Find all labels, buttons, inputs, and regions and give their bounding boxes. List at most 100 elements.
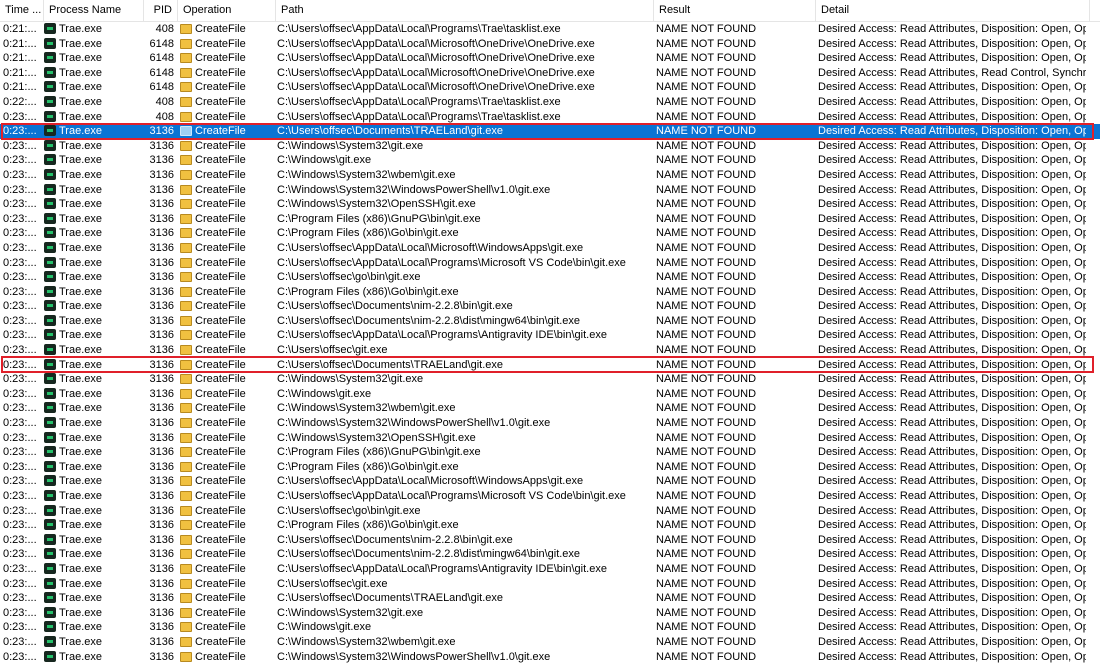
table-row[interactable]: 0:22:... Trae.exe 408 CreateFile C:\Users\of… — [0, 95, 1100, 110]
column-header-result[interactable]: Result — [654, 0, 816, 21]
create-file-icon — [180, 461, 192, 472]
table-row[interactable]: 0:23:... Trae.exe 3136 CreateFile C:\Windows… — [0, 153, 1100, 168]
column-header-operation[interactable]: Operation — [178, 0, 276, 21]
cell-pid: 3136 — [149, 344, 174, 357]
table-row[interactable]: 0:23:... Trae.exe 3136 CreateFile C:\Users\o… — [0, 591, 1100, 606]
table-row[interactable]: 0:23:... Trae.exe 3136 CreateFile C:\Users\o… — [0, 489, 1100, 504]
table-row[interactable]: 0:23:... Trae.exe 3136 CreateFile C:\Users\o… — [0, 533, 1100, 548]
table-row[interactable]: 0:23:... Trae.exe 3136 CreateFile C:\Windows… — [0, 372, 1100, 387]
table-row[interactable]: 0:23:... Trae.exe 3136 CreateFile C:\Windows… — [0, 139, 1100, 154]
cell-operation: CreateFile — [180, 343, 275, 358]
cell-process-name: Trae.exe — [44, 445, 144, 460]
table-row[interactable]: 0:23:... Trae.exe 3136 CreateFile C:\Users\o… — [0, 474, 1100, 489]
cell-process-name: Trae.exe — [44, 66, 144, 81]
trae-app-icon — [44, 271, 56, 283]
create-file-icon — [180, 403, 192, 414]
cell-time: 0:23:... — [3, 344, 37, 357]
table-row[interactable]: 0:21:... Trae.exe 6148 CreateFile C:\Users\o… — [0, 80, 1100, 95]
column-header-pid[interactable]: PID — [144, 0, 178, 21]
table-row[interactable]: 0:23:... Trae.exe 3136 CreateFile C:\Users\o… — [0, 328, 1100, 343]
process-name-text: Trae.exe — [59, 650, 103, 663]
table-row[interactable]: 0:23:... Trae.exe 3136 CreateFile C:\Program… — [0, 285, 1100, 300]
cell-time: 0:23:... — [3, 329, 37, 342]
table-row[interactable]: 0:23:... Trae.exe 3136 CreateFile C:\Windows… — [0, 606, 1100, 621]
trae-app-icon — [44, 52, 56, 64]
cell-process-name: Trae.exe — [44, 95, 144, 110]
create-file-icon — [180, 622, 192, 633]
table-row[interactable]: 0:23:... Trae.exe 3136 CreateFile C:\Users\o… — [0, 577, 1100, 592]
cell-path: C:\Windows\System32\WindowsPowerShell\v1… — [277, 650, 551, 663]
table-row[interactable]: 0:23:... Trae.exe 3136 CreateFile C:\Users\o… — [0, 256, 1100, 271]
table-row[interactable]: 0:23:... Trae.exe 3136 CreateFile C:\Program… — [0, 460, 1100, 475]
table-row[interactable]: 0:23:... Trae.exe 3136 CreateFile C:\Users\o… — [0, 504, 1100, 519]
create-file-icon — [180, 578, 192, 589]
table-row[interactable]: 0:23:... Trae.exe 3136 CreateFile C:\Windows… — [0, 387, 1100, 402]
column-header-detail[interactable]: Detail — [816, 0, 1090, 21]
create-file-icon — [180, 67, 192, 78]
cell-detail: Desired Access: Read Attributes, Disposi… — [818, 621, 1086, 634]
trae-app-icon — [44, 431, 56, 443]
table-row[interactable]: 0:23:... Trae.exe 3136 CreateFile C:\Windows… — [0, 416, 1100, 431]
cell-operation: CreateFile — [180, 650, 275, 664]
cell-detail: Desired Access: Read Attributes, Disposi… — [818, 271, 1086, 284]
cell-result: NAME NOT FOUND — [656, 358, 757, 371]
table-row[interactable]: 0:23:... Trae.exe 3136 CreateFile C:\Program… — [0, 518, 1100, 533]
table-row[interactable]: 0:23:... Trae.exe 3136 CreateFile C:\Windows… — [0, 401, 1100, 416]
cell-operation: CreateFile — [180, 562, 275, 577]
table-row[interactable]: 0:23:... Trae.exe 408 CreateFile C:\Users\of… — [0, 110, 1100, 125]
table-row[interactable]: 0:21:... Trae.exe 6148 CreateFile C:\Users\o… — [0, 51, 1100, 66]
table-row[interactable]: 0:23:... Trae.exe 3136 CreateFile C:\Users\o… — [0, 241, 1100, 256]
cell-operation: CreateFile — [180, 504, 275, 519]
table-row[interactable]: 0:23:... Trae.exe 3136 CreateFile C:\Users\o… — [0, 343, 1100, 358]
table-row[interactable]: 0:23:... Trae.exe 3136 CreateFile C:\Windows… — [0, 635, 1100, 650]
column-header-time[interactable]: Time ... — [0, 0, 44, 21]
cell-operation: CreateFile — [180, 270, 275, 285]
trae-app-icon — [44, 548, 56, 560]
cell-pid: 3136 — [149, 592, 174, 605]
table-row[interactable]: 0:23:... Trae.exe 3136 CreateFile C:\Users\o… — [0, 314, 1100, 329]
table-row[interactable]: 0:23:... Trae.exe 3136 CreateFile C:\Users\o… — [0, 562, 1100, 577]
cell-process-name: Trae.exe — [44, 139, 144, 154]
cell-process-name: Trae.exe — [44, 197, 144, 212]
table-row[interactable]: 0:23:... Trae.exe 3136 CreateFile C:\Program… — [0, 226, 1100, 241]
trae-app-icon — [44, 373, 56, 385]
cell-time: 0:23:... — [3, 504, 37, 517]
table-row[interactable]: 0:23:... Trae.exe 3136 CreateFile C:\Windows… — [0, 183, 1100, 198]
table-row[interactable]: 0:23:... Trae.exe 3136 CreateFile C:\Users\o… — [0, 299, 1100, 314]
table-row[interactable]: 0:21:... Trae.exe 408 CreateFile C:\Users\of… — [0, 22, 1100, 37]
cell-process-name: Trae.exe — [44, 22, 144, 37]
cell-pid: 3136 — [149, 635, 174, 648]
trae-app-icon — [44, 490, 56, 501]
column-header-path[interactable]: Path — [276, 0, 654, 21]
column-header-process-name[interactable]: Process Name — [44, 0, 144, 21]
process-name-text: Trae.exe — [59, 271, 103, 284]
create-file-icon — [180, 140, 192, 151]
table-row[interactable]: 0:23:... Trae.exe 3136 CreateFile C:\Windows… — [0, 620, 1100, 635]
cell-process-name: Trae.exe — [44, 606, 144, 621]
trae-app-icon — [44, 475, 56, 487]
table-row[interactable]: 0:23:... Trae.exe 3136 CreateFile C:\Users\o… — [0, 270, 1100, 285]
cell-path: C:\Windows\System32\OpenSSH\git.exe — [277, 198, 476, 211]
cell-result: NAME NOT FOUND — [656, 490, 757, 502]
table-row[interactable]: 0:23:... Trae.exe 3136 CreateFile C:\Users\o… — [0, 358, 1100, 373]
cell-detail: Desired Access: Read Attributes, Disposi… — [818, 300, 1086, 313]
table-row[interactable]: 0:21:... Trae.exe 6148 CreateFile C:\Users\o… — [0, 66, 1100, 81]
cell-operation: CreateFile — [180, 37, 275, 52]
create-file-icon — [180, 272, 192, 283]
table-row[interactable]: 0:23:... Trae.exe 3136 CreateFile C:\Users\o… — [0, 124, 1100, 139]
cell-operation: CreateFile — [180, 110, 275, 125]
table-row[interactable]: 0:21:... Trae.exe 6148 CreateFile C:\Users\o… — [0, 37, 1100, 52]
table-row[interactable]: 0:23:... Trae.exe 3136 CreateFile C:\Windows… — [0, 650, 1100, 664]
table-row[interactable]: 0:23:... Trae.exe 3136 CreateFile C:\Users\o… — [0, 547, 1100, 562]
create-file-icon — [180, 330, 192, 341]
operation-text: CreateFile — [195, 139, 246, 152]
process-name-text: Trae.exe — [59, 52, 103, 65]
table-row[interactable]: 0:23:... Trae.exe 3136 CreateFile C:\Windows… — [0, 168, 1100, 183]
operation-text: CreateFile — [195, 358, 246, 371]
table-row[interactable]: 0:23:... Trae.exe 3136 CreateFile C:\Program… — [0, 445, 1100, 460]
cell-process-name: Trae.exe — [44, 299, 144, 314]
table-row[interactable]: 0:23:... Trae.exe 3136 CreateFile C:\Windows… — [0, 431, 1100, 446]
table-row[interactable]: 0:23:... Trae.exe 3136 CreateFile C:\Program… — [0, 212, 1100, 227]
table-row[interactable]: 0:23:... Trae.exe 3136 CreateFile C:\Windows… — [0, 197, 1100, 212]
process-name-text: Trae.exe — [59, 387, 103, 400]
